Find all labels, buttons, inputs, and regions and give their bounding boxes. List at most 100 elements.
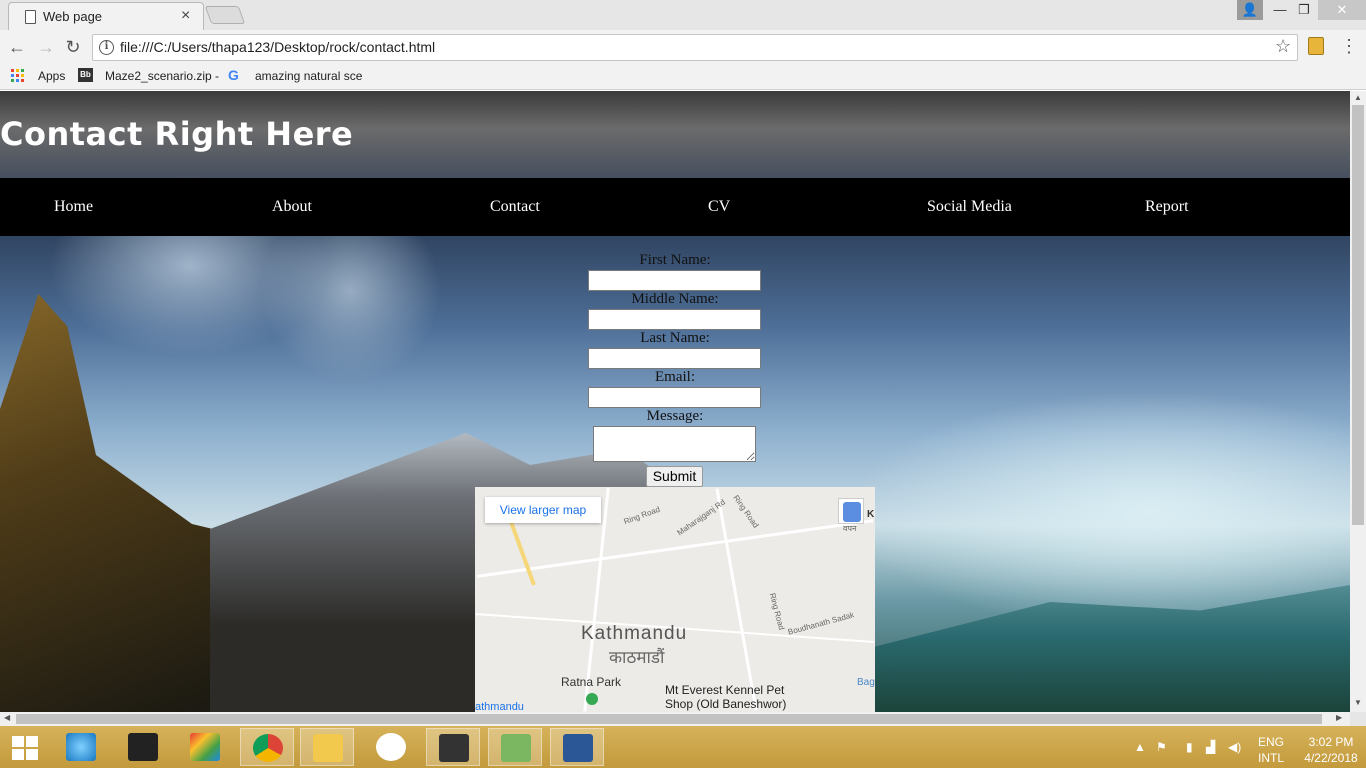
view-larger-map-link[interactable]: View larger map: [485, 497, 601, 523]
show-hidden-icons-icon[interactable]: ▲: [1134, 740, 1146, 754]
nav-contact[interactable]: Contact: [490, 198, 540, 216]
browser-toolbar: ← → ↻ i file:///C:/Users/thapa123/Deskto…: [0, 30, 1366, 64]
street-view-pegman-icon[interactable]: [838, 498, 864, 524]
extension-icon[interactable]: [1308, 37, 1324, 55]
tab-strip: Web page × 👤 — ❐ ✕: [0, 0, 1366, 30]
address-bar[interactable]: i file:///C:/Users/thapa123/Desktop/rock…: [92, 34, 1298, 61]
signal-icon[interactable]: ▟: [1206, 740, 1215, 754]
page-title: Contact Right Here: [0, 115, 354, 153]
footprint-app-icon[interactable]: [488, 728, 542, 766]
maximize-button[interactable]: ❐: [1290, 0, 1318, 20]
lang-line: INTL: [1258, 751, 1285, 765]
new-tab-button[interactable]: [204, 6, 246, 24]
word-icon[interactable]: [550, 728, 604, 766]
hp-icon[interactable]: [364, 728, 418, 766]
map-place-line: Mt Everest Kennel Pet: [665, 683, 785, 697]
profile-icon[interactable]: 👤: [1237, 0, 1263, 20]
nav-home[interactable]: Home: [54, 198, 93, 216]
info-icon[interactable]: i: [99, 40, 114, 55]
embedded-map[interactable]: Ring Road Maharajganj Rd Ring Road Ring …: [475, 487, 875, 712]
message-field[interactable]: [593, 426, 756, 462]
map-city-label: Kathmandu: [581, 623, 688, 644]
clock-date: 4/22/2018: [1304, 751, 1358, 765]
street-label: Ring Road: [622, 504, 662, 527]
map-city-label-nepali: काठमाडौं: [609, 648, 665, 667]
nav-about[interactable]: About: [272, 198, 312, 216]
scroll-down-icon[interactable]: ▼: [1354, 698, 1362, 707]
blackboard-icon: Bb: [78, 68, 93, 82]
vertical-scrollbar[interactable]: ▲ ▼: [1350, 91, 1366, 712]
menu-icon[interactable]: ⋮: [1340, 36, 1358, 57]
forward-button[interactable]: →: [35, 36, 57, 58]
map-edge-label: K: [867, 509, 875, 520]
nav-social-media[interactable]: Social Media: [927, 198, 1012, 216]
bookmarks-bar: Apps Bb Maze2_scenario.zip - G amazing n…: [0, 64, 1366, 90]
nav-cv[interactable]: CV: [708, 198, 730, 216]
first-name-field[interactable]: [588, 270, 761, 291]
map-road: [476, 519, 874, 578]
scroll-up-icon[interactable]: ▲: [1354, 93, 1362, 102]
google-icon: G: [228, 67, 239, 83]
bookmark-apps[interactable]: Apps: [38, 69, 65, 83]
paint-app-icon[interactable]: [178, 728, 232, 766]
tab-web-page[interactable]: Web page ×: [8, 2, 204, 30]
internet-explorer-icon[interactable]: [54, 728, 108, 766]
last-name-label: Last Name:: [640, 330, 710, 346]
back-button[interactable]: ←: [6, 36, 28, 58]
clock-time: 3:02 PM: [1308, 735, 1354, 749]
file-explorer-icon[interactable]: [300, 728, 354, 766]
url-text[interactable]: file:///C:/Users/thapa123/Desktop/rock/c…: [120, 39, 435, 55]
taskbar: ▲ ⚑ ▮ ▟ ◀) ENG INTL 3:02 PM 4/22/2018: [0, 726, 1366, 768]
tab-close-icon[interactable]: ×: [181, 7, 190, 25]
page-viewport: Contact Right Here Home About Contact CV…: [0, 91, 1350, 712]
bookmark-maze2[interactable]: Maze2_scenario.zip -: [105, 69, 219, 83]
street-label: Ring Road: [731, 493, 761, 530]
map-edge-label: Bag: [857, 677, 875, 688]
windows-start-icon[interactable]: [12, 736, 38, 760]
scroll-right-icon[interactable]: ▶: [1336, 713, 1342, 722]
input-language[interactable]: ENG INTL: [1258, 734, 1284, 766]
bookmark-amazing-natural[interactable]: amazing natural sce: [255, 69, 362, 83]
media-player-icon[interactable]: [116, 728, 170, 766]
lang-line: ENG: [1258, 735, 1285, 749]
map-place-kennel: Mt Everest Kennel Pet Shop (Old Baneshwo…: [665, 683, 786, 711]
bookmark-star-icon[interactable]: ☆: [1275, 36, 1291, 57]
tab-title: Web page: [43, 9, 103, 24]
volume-icon[interactable]: ◀): [1228, 740, 1241, 754]
reload-button[interactable]: ↻: [62, 36, 84, 58]
last-name-field[interactable]: [588, 348, 761, 369]
park-pin-icon: [586, 693, 598, 705]
street-label: Ring Road: [767, 592, 787, 631]
apps-grid-icon[interactable]: [11, 69, 24, 82]
map-edge-label: athmandu: [475, 701, 524, 712]
sublime-text-icon[interactable]: [426, 728, 480, 766]
email-field[interactable]: [588, 387, 761, 408]
submit-button[interactable]: Submit: [646, 466, 703, 487]
flag-icon[interactable]: ⚑: [1156, 740, 1167, 754]
close-window-button[interactable]: ✕: [1318, 0, 1366, 20]
first-name-label: First Name:: [639, 252, 711, 268]
email-label: Email:: [655, 369, 695, 385]
map-highway: [508, 518, 536, 586]
street-label: Boudhanath Sadak: [786, 610, 856, 637]
site-header: Contact Right Here: [0, 91, 1350, 178]
scrollbar-corner: [1350, 712, 1366, 726]
scroll-left-icon[interactable]: ◀: [4, 713, 10, 722]
horizontal-scrollbar[interactable]: ◀ ▶: [0, 712, 1350, 726]
map-place-ratna-park: Ratna Park: [561, 675, 622, 689]
nav-report[interactable]: Report: [1145, 198, 1189, 216]
background-valley-right: [850, 585, 1350, 712]
site-nav: Home About Contact CV Social Media Repor…: [0, 178, 1350, 236]
map-place-line: Shop (Old Baneshwor): [665, 697, 787, 711]
battery-icon[interactable]: ▮: [1186, 740, 1193, 754]
middle-name-label: Middle Name:: [631, 291, 719, 307]
street-label: Maharajganj Rd: [675, 497, 727, 538]
message-label: Message:: [646, 408, 704, 424]
page-icon: [25, 10, 36, 24]
vertical-scroll-thumb[interactable]: [1352, 105, 1364, 525]
clock[interactable]: 3:02 PM 4/22/2018: [1296, 734, 1366, 766]
middle-name-field[interactable]: [588, 309, 761, 330]
chrome-icon[interactable]: [240, 728, 294, 766]
map-edge-label: वपन: [843, 524, 857, 533]
horizontal-scroll-thumb[interactable]: [16, 714, 1322, 724]
